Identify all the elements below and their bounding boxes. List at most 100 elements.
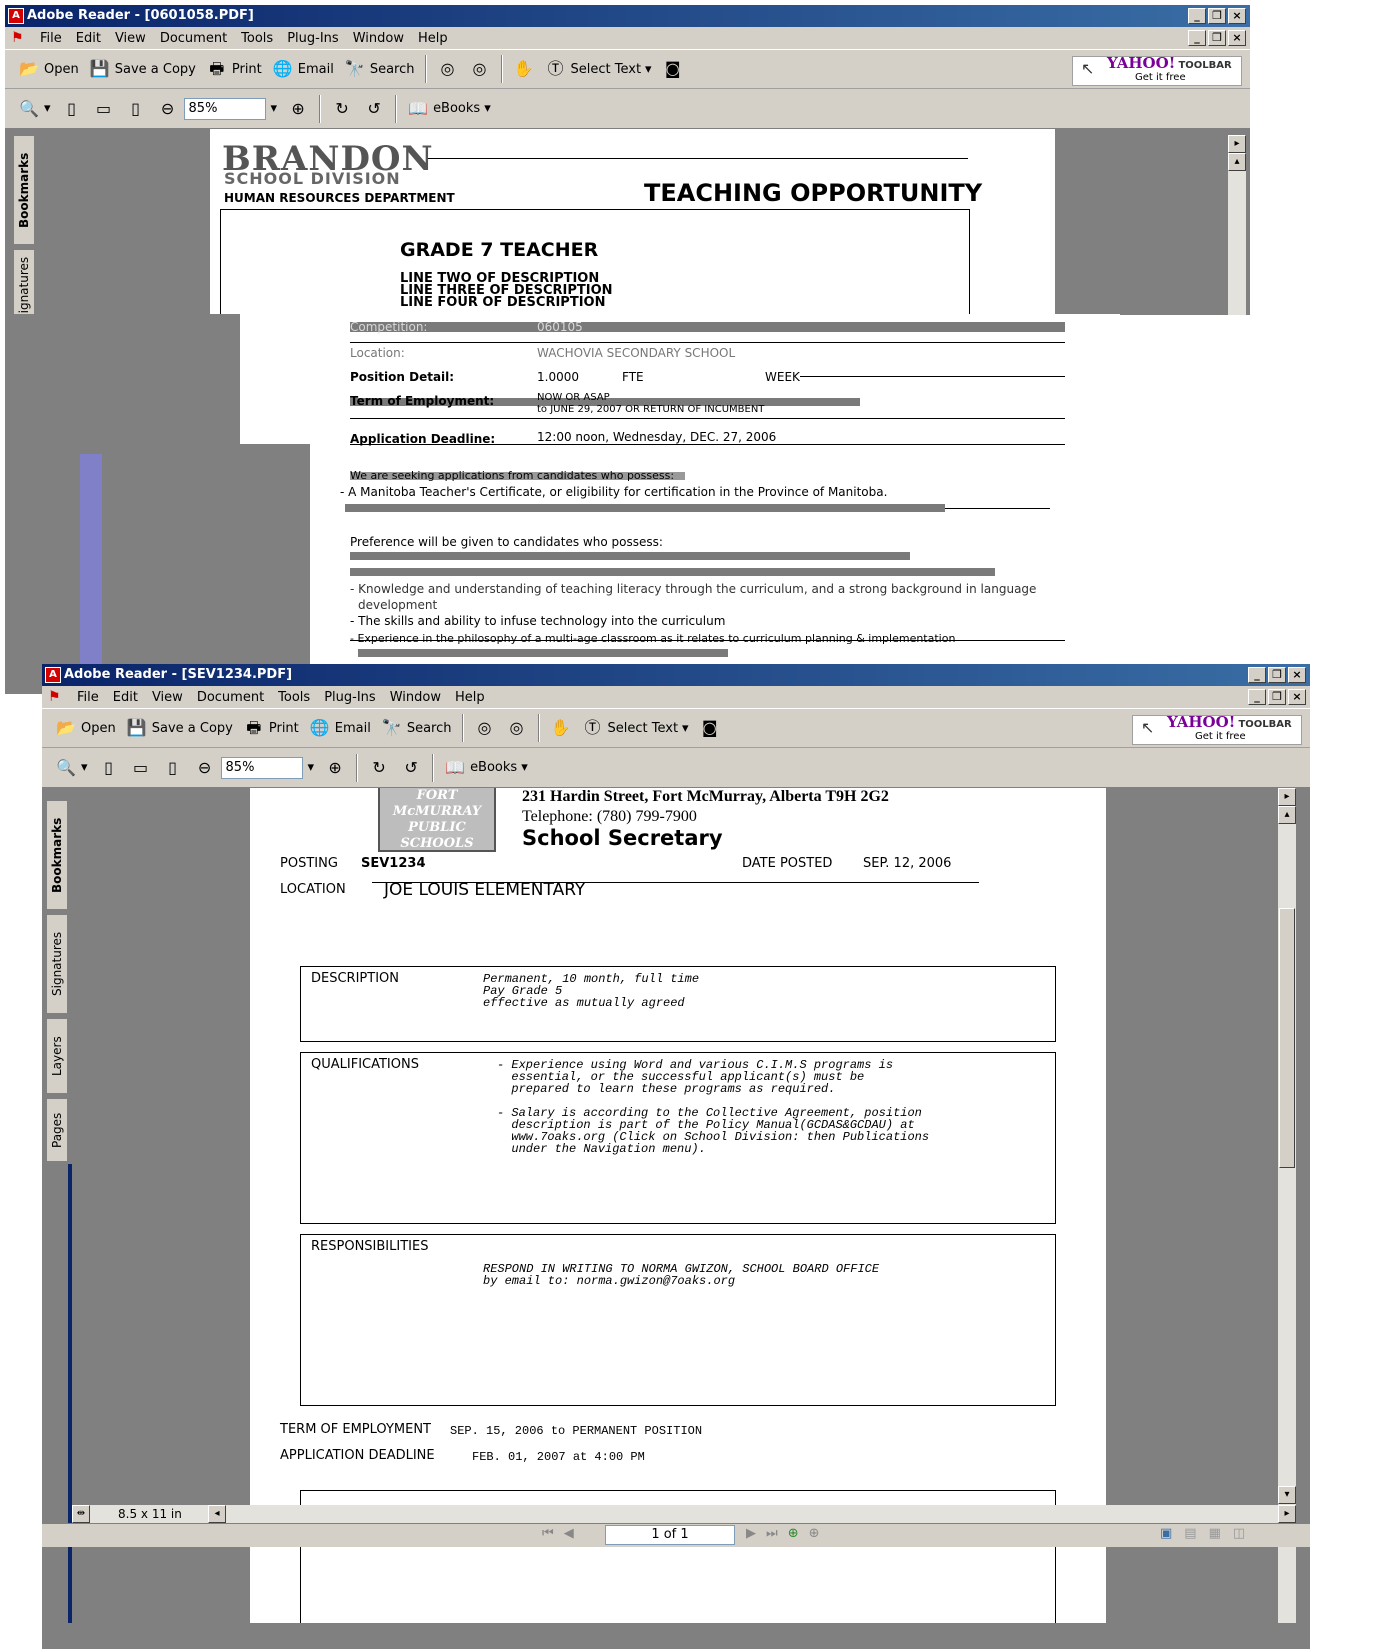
scroll-next-page-button[interactable]: ▸	[1228, 135, 1246, 153]
close-button[interactable]: ×	[1228, 8, 1246, 24]
tab-bookmarks[interactable]: Bookmarks	[13, 135, 35, 245]
doc-restore-button[interactable]: ❐	[1268, 689, 1286, 705]
go-back-view-button[interactable]: ◎	[432, 54, 464, 84]
select-text-button[interactable]: Ⓣ Select Text ▾	[540, 54, 657, 84]
restore-button[interactable]: ❐	[1208, 8, 1226, 24]
fit-width-button[interactable]: ▯	[157, 753, 189, 783]
open-button[interactable]: 📂 Open	[50, 713, 121, 743]
single-page-icon[interactable]: ▣	[1160, 1526, 1172, 1541]
doc-restore-button[interactable]: ❐	[1208, 30, 1226, 46]
print-button[interactable]: 🖶 Print	[238, 713, 304, 743]
snapshot-button[interactable]: ◙	[657, 54, 689, 84]
restore-button[interactable]: ❐	[1268, 667, 1286, 683]
next-page-icon[interactable]: ▶	[746, 1526, 756, 1541]
doc-minimize-button[interactable]: _	[1188, 30, 1206, 46]
scroll-next-page-button[interactable]: ▸	[1278, 788, 1296, 806]
menu-edit[interactable]: Edit	[106, 690, 145, 705]
page-number-field[interactable]: 1 of 1	[605, 1525, 735, 1545]
zoom-dropdown[interactable]: ▾	[303, 753, 320, 783]
zoom-out-button[interactable]: ⊖	[189, 753, 221, 783]
hand-tool-button[interactable]: ✋	[508, 54, 540, 84]
menu-help[interactable]: Help	[411, 31, 455, 46]
tab-signatures[interactable]: Signatures	[46, 914, 68, 1014]
scroll-up-button[interactable]: ▴	[1228, 153, 1246, 171]
menu-view[interactable]: View	[145, 690, 190, 705]
search-button[interactable]: 🔭 Search	[376, 713, 457, 743]
zoom-in-button[interactable]: ⊕	[282, 94, 314, 124]
menu-edit[interactable]: Edit	[69, 31, 108, 46]
previous-page-icon[interactable]: ◀	[564, 1526, 574, 1541]
select-text-button[interactable]: Ⓣ Select Text ▾	[577, 713, 694, 743]
fit-page-button[interactable]: ▭	[88, 94, 120, 124]
doc-close-button[interactable]: ×	[1288, 689, 1306, 705]
menu-tools[interactable]: Tools	[271, 690, 317, 705]
zoom-field[interactable]: 85%	[183, 97, 266, 120]
rotate-cw-button[interactable]: ↻	[326, 94, 358, 124]
actual-size-button[interactable]: ▯	[56, 94, 88, 124]
go-next-view-icon[interactable]: ⊕	[809, 1526, 820, 1541]
window2-titlebar[interactable]: A Adobe Reader - [SEV1234.PDF] _ ❐ ×	[42, 664, 1310, 686]
menu-document[interactable]: Document	[190, 690, 271, 705]
menu-plugins[interactable]: Plug-Ins	[280, 31, 345, 46]
facing-icon[interactable]: ◫	[1233, 1526, 1245, 1541]
scroll-right-button[interactable]: ▸	[1278, 1505, 1296, 1523]
fit-width-button[interactable]: ▯	[120, 94, 152, 124]
nav-pane-splitter[interactable]	[68, 1164, 72, 1623]
tab-pages[interactable]: Pages	[46, 1098, 68, 1162]
fit-page-button[interactable]: ▭	[125, 753, 157, 783]
doc-minimize-button[interactable]: _	[1248, 689, 1266, 705]
window1-titlebar[interactable]: A Adobe Reader - [0601058.PDF] _ ❐ ×	[5, 5, 1250, 27]
yahoo-toolbar-ad[interactable]: ↖ YAHOO! TOOLBAR Get it free	[1132, 715, 1302, 745]
menu-view[interactable]: View	[108, 31, 153, 46]
zoom-in-tool-button[interactable]: 🔍 ▾	[13, 94, 56, 124]
go-forward-view-button[interactable]: ◎	[464, 54, 496, 84]
minimize-button[interactable]: _	[1188, 8, 1206, 24]
scroll-down-button[interactable]: ▾	[1278, 1486, 1296, 1504]
go-previous-view-icon[interactable]: ⊕	[788, 1526, 799, 1541]
continuous-icon[interactable]: ▤	[1184, 1526, 1196, 1541]
window2-vertical-scrollbar[interactable]: ▸ ▴ ▾	[1278, 788, 1296, 1623]
zoom-in-button[interactable]: ⊕	[319, 753, 351, 783]
actual-size-button[interactable]: ▯	[93, 753, 125, 783]
scroll-left-button[interactable]: ◂	[208, 1505, 226, 1523]
menu-tools[interactable]: Tools	[234, 31, 280, 46]
ebooks-button[interactable]: 📖 eBooks ▾	[439, 753, 533, 783]
zoom-dropdown[interactable]: ▾	[266, 94, 283, 124]
rotate-ccw-button[interactable]: ↺	[395, 753, 427, 783]
email-button[interactable]: 🌐 Email	[304, 713, 376, 743]
hand-tool-button[interactable]: ✋	[545, 713, 577, 743]
scroll-up-button[interactable]: ▴	[1278, 806, 1296, 824]
save-copy-button[interactable]: 💾 Save a Copy	[84, 54, 201, 84]
tab-layers[interactable]: Layers	[46, 1018, 68, 1094]
go-forward-view-button[interactable]: ◎	[501, 713, 533, 743]
email-button[interactable]: 🌐 Email	[267, 54, 339, 84]
rotate-ccw-button[interactable]: ↺	[358, 94, 390, 124]
zoom-field[interactable]: 85%	[220, 756, 303, 779]
menu-help[interactable]: Help	[448, 690, 492, 705]
first-page-icon[interactable]: ⏮	[542, 1526, 554, 1541]
menu-window[interactable]: Window	[346, 31, 411, 46]
window1-vertical-scrollbar[interactable]: ▸ ▴	[1228, 135, 1246, 315]
rotate-cw-button[interactable]: ↻	[363, 753, 395, 783]
menu-file[interactable]: File	[70, 690, 106, 705]
split-handle[interactable]: ⇹	[72, 1505, 90, 1523]
zoom-out-button[interactable]: ⊖	[152, 94, 184, 124]
minimize-button[interactable]: _	[1248, 667, 1266, 683]
search-button[interactable]: 🔭 Search	[339, 54, 420, 84]
last-page-icon[interactable]: ⏭	[766, 1526, 778, 1541]
menu-file[interactable]: File	[33, 31, 69, 46]
zoom-in-tool-button[interactable]: 🔍 ▾	[50, 753, 93, 783]
save-copy-button[interactable]: 💾 Save a Copy	[121, 713, 238, 743]
close-button[interactable]: ×	[1288, 667, 1306, 683]
go-back-view-button[interactable]: ◎	[469, 713, 501, 743]
tab-bookmarks[interactable]: Bookmarks	[46, 800, 68, 910]
menu-document[interactable]: Document	[153, 31, 234, 46]
doc-close-button[interactable]: ×	[1228, 30, 1246, 46]
continuous-facing-icon[interactable]: ▦	[1209, 1526, 1221, 1541]
print-button[interactable]: 🖶 Print	[201, 54, 267, 84]
yahoo-toolbar-ad[interactable]: ↖ YAHOO! TOOLBAR Get it free	[1072, 56, 1242, 86]
snapshot-button[interactable]: ◙	[694, 713, 726, 743]
window2-horizontal-scrollbar[interactable]: ⇹ 8.5 x 11 in ◂ ▸	[72, 1505, 1296, 1523]
menu-window[interactable]: Window	[383, 690, 448, 705]
open-button[interactable]: 📂 Open	[13, 54, 84, 84]
